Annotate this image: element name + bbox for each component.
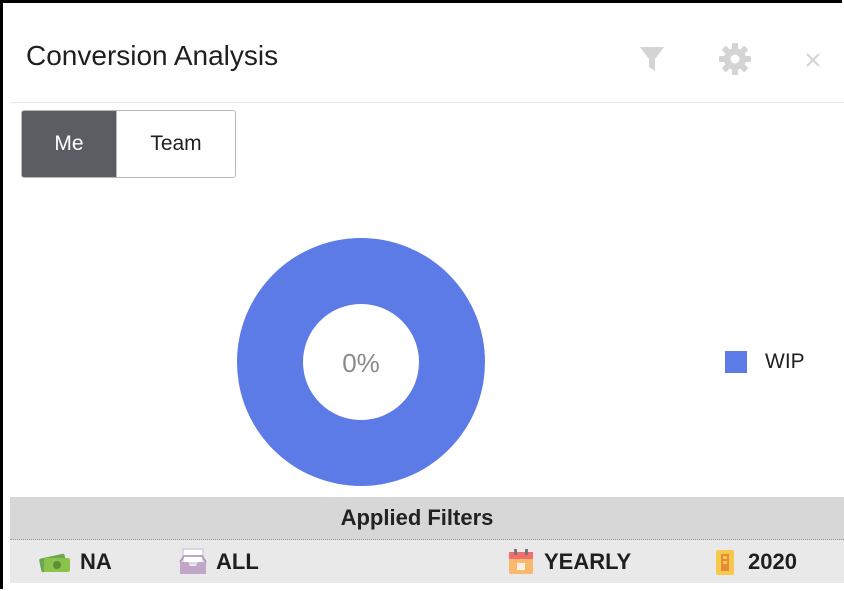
inbox-tray-icon (178, 548, 208, 576)
filter-item-source: ALL (178, 540, 259, 583)
applied-filters-title: Applied Filters (340, 505, 494, 530)
applied-filters-header: Applied Filters (10, 497, 844, 540)
calendar-icon (506, 547, 536, 577)
money-icon (38, 550, 72, 574)
filter-item-year-label: 2020 (748, 548, 797, 574)
filter-item-currency-label: NA (80, 548, 112, 574)
filter-item-source-label: ALL (216, 548, 259, 574)
chart-legend[interactable]: WIP (725, 350, 805, 374)
year-icon (710, 547, 740, 577)
filter-item-period: YEARLY (506, 540, 631, 583)
applied-filters-row: NA ALL YEARLY 2020 (10, 540, 844, 583)
donut-center-label: 0% (342, 348, 380, 378)
filter-item-year: 2020 (710, 540, 797, 583)
legend-label-wip: WIP (765, 350, 805, 373)
legend-swatch-wip (725, 351, 747, 373)
filter-item-period-label: YEARLY (544, 548, 632, 574)
filter-item-currency: NA (38, 540, 112, 583)
